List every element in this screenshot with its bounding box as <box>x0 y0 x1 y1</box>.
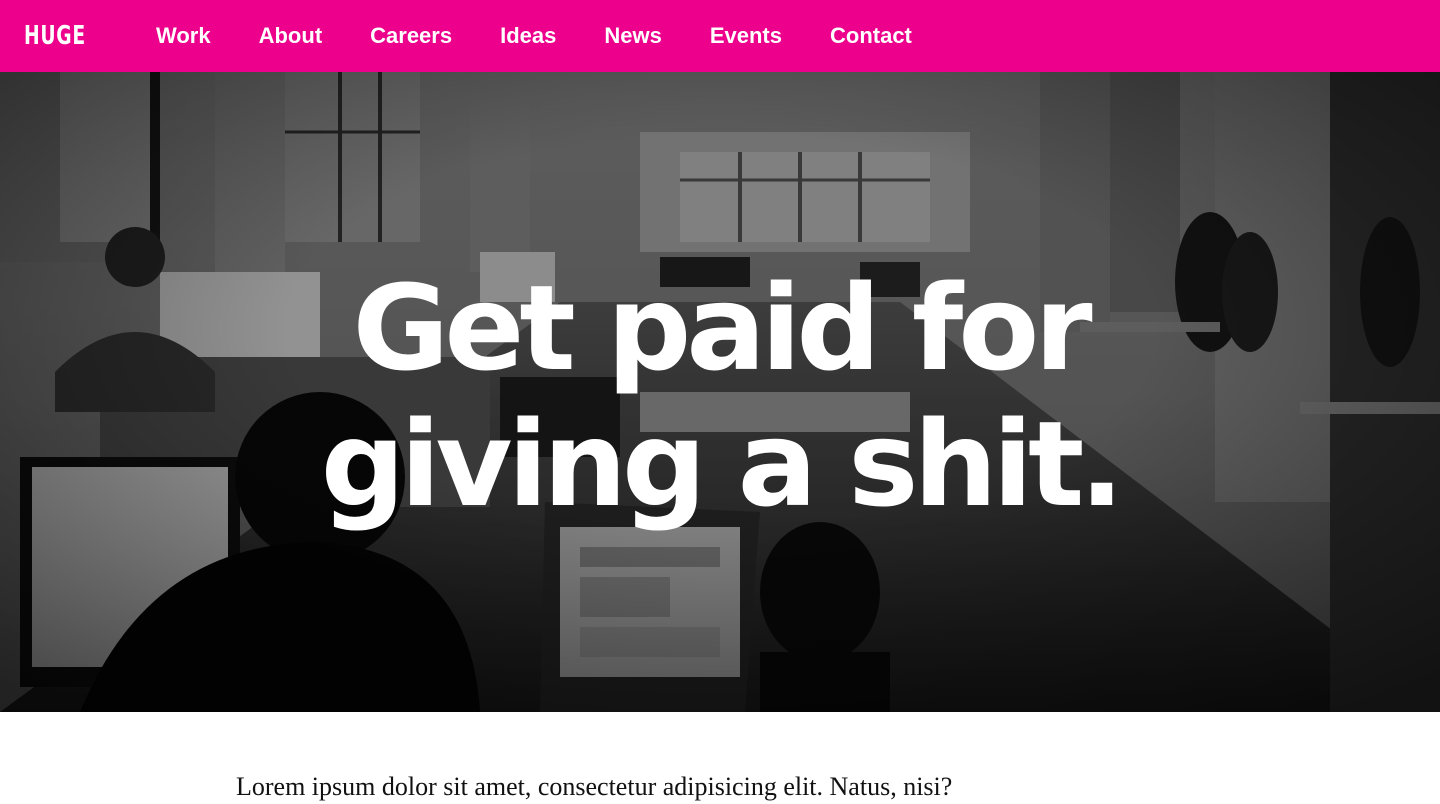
intro-paragraph: Lorem ipsum dolor sit amet, consectetur … <box>236 772 953 801</box>
nav-item-contact[interactable]: Contact <box>830 0 912 72</box>
nav-item-careers[interactable]: Careers <box>370 0 452 72</box>
nav-item-about[interactable]: About <box>259 0 323 72</box>
hero-headline: Get paid for giving a shit. <box>0 260 1440 532</box>
hero-headline-line-2: giving a shit. <box>320 395 1124 533</box>
main-nav: Work About Careers Ideas News Events Con… <box>156 0 960 72</box>
nav-item-work[interactable]: Work <box>156 0 211 72</box>
hero-section: Get paid for giving a shit. <box>0 72 1440 712</box>
top-nav-bar: HUGE Work About Careers Ideas News Event… <box>0 0 1440 72</box>
nav-item-events[interactable]: Events <box>710 0 782 72</box>
hero-headline-line-1: Get paid for <box>352 259 1092 397</box>
huge-logo[interactable]: HUGE <box>24 21 86 51</box>
nav-item-news[interactable]: News <box>604 0 661 72</box>
nav-item-ideas[interactable]: Ideas <box>500 0 556 72</box>
